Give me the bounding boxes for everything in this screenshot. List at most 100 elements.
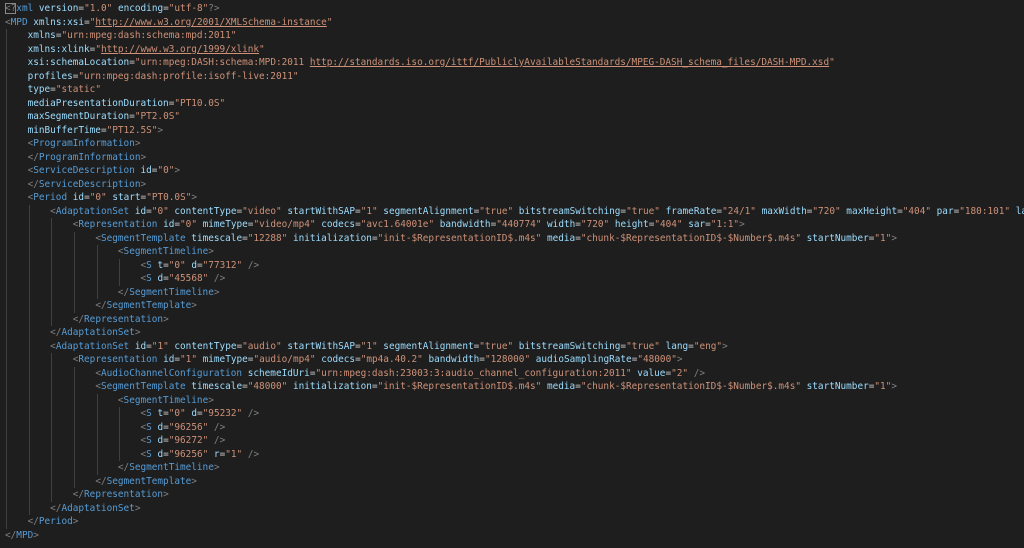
xml-attribute-name: startNumber bbox=[806, 232, 869, 244]
code-line[interactable]: <MPD xmlns:xsi="http://www.w3.org/2001/X… bbox=[5, 16, 1024, 30]
indentation bbox=[5, 503, 50, 514]
indent-guide bbox=[6, 461, 7, 475]
xml-attribute-name: schemeIdUri bbox=[247, 367, 310, 379]
code-line[interactable]: maxSegmentDuration="PT2.0S" bbox=[5, 110, 1024, 124]
code-line[interactable]: </SegmentTimeline> bbox=[5, 461, 1024, 475]
indent-guide bbox=[28, 218, 30, 232]
xml-attribute-value: "1" bbox=[151, 340, 169, 352]
code-line[interactable]: <AdaptationSet id="1" contentType="audio… bbox=[5, 339, 1024, 353]
xml-attribute-value: "0" bbox=[157, 165, 175, 176]
xml-bracket: > bbox=[208, 394, 214, 406]
indentation bbox=[5, 179, 28, 190]
indent-guide bbox=[51, 353, 53, 367]
code-line[interactable]: </ProgramInformation> bbox=[5, 150, 1024, 164]
code-line[interactable]: <S d="96256" r="1" /> bbox=[5, 447, 1024, 461]
xml-url-link[interactable]: http://www.w3.org/1999/xlink bbox=[101, 44, 259, 55]
indentation bbox=[5, 57, 28, 68]
code-line[interactable]: <S t="0" d="95232" /> bbox=[5, 407, 1024, 421]
indent-guide bbox=[6, 488, 7, 502]
code-line[interactable]: </SegmentTemplate> bbox=[5, 474, 1024, 488]
xml-attribute-value: "96256" bbox=[168, 448, 209, 460]
xml-attribute-value: "chunk-$RepresentationID$-$Number$.m4s" bbox=[580, 381, 801, 392]
xml-attribute-value: "1" bbox=[225, 448, 243, 460]
code-area[interactable]: <?xml version="1.0" encoding="utf-8"?> <M… bbox=[5, 2, 1024, 542]
code-line[interactable]: <S t="0" d="77312" /> bbox=[5, 258, 1024, 272]
indentation bbox=[5, 462, 118, 473]
xml-tag-name: ProgramInformation bbox=[33, 138, 135, 149]
xml-attribute-name: media bbox=[546, 232, 576, 244]
code-line[interactable]: <?xml version="1.0" encoding="utf-8"?> bbox=[5, 2, 1024, 16]
code-line[interactable]: <S d="96256" /> bbox=[5, 420, 1024, 434]
code-line[interactable]: </ServiceDescription> bbox=[5, 177, 1024, 191]
indent-guide bbox=[73, 272, 75, 286]
xml-bracket: </ bbox=[27, 516, 39, 527]
xml-attribute-value: "urn:mpeg:dash:schema:mpd:2011" bbox=[61, 30, 237, 41]
xml-url-link[interactable]: http://www.w3.org/2001/XMLSchema-instanc… bbox=[95, 17, 326, 28]
xml-attribute-value: "init-$RepresentationID$.m4s" bbox=[377, 381, 542, 392]
code-line[interactable]: </Representation> bbox=[5, 312, 1024, 326]
code-line[interactable]: <SegmentTimeline> bbox=[5, 393, 1024, 407]
xml-bracket: </ bbox=[5, 529, 17, 541]
xml-attribute-value: "404" bbox=[654, 219, 683, 230]
code-line[interactable]: </SegmentTemplate> bbox=[5, 299, 1024, 313]
code-line[interactable]: <Representation id="0" mimeType="video/m… bbox=[5, 218, 1024, 232]
code-line[interactable]: profiles="urn:mpeg:dash:profile:isoff-li… bbox=[5, 69, 1024, 83]
xml-tag-name: SegmentTimeline bbox=[123, 246, 209, 257]
indent-guide bbox=[28, 447, 30, 461]
code-line[interactable]: <S d="45568" /> bbox=[5, 272, 1024, 286]
code-line[interactable]: xmlns="urn:mpeg:dash:schema:mpd:2011" bbox=[5, 29, 1024, 43]
code-line[interactable]: </AdaptationSet> bbox=[5, 501, 1024, 515]
code-line[interactable]: <SegmentTemplate timescale="48000" initi… bbox=[5, 380, 1024, 394]
xml-bracket: /> bbox=[213, 273, 226, 284]
xml-bracket: > bbox=[72, 516, 79, 527]
xml-editor[interactable]: <?xml version="1.0" encoding="utf-8"?> <M… bbox=[0, 0, 1024, 548]
indent-guide bbox=[28, 420, 30, 434]
xml-attribute-value: "true" bbox=[479, 340, 514, 352]
code-line[interactable]: minBufferTime="PT12.5S"> bbox=[5, 123, 1024, 137]
code-line[interactable]: <ProgramInformation> bbox=[5, 137, 1024, 151]
code-line[interactable]: <AdaptationSet id="0" contentType="video… bbox=[5, 204, 1024, 218]
code-line[interactable]: <S d="96272" /> bbox=[5, 434, 1024, 448]
indent-guide bbox=[96, 258, 98, 272]
xml-bracket: > bbox=[191, 475, 197, 487]
code-line[interactable]: </MPD> bbox=[5, 529, 1024, 543]
code-line[interactable]: <SegmentTimeline> bbox=[5, 245, 1024, 259]
xml-attribute-name: media bbox=[546, 381, 576, 392]
code-line[interactable]: type="static" bbox=[5, 83, 1024, 97]
code-line[interactable]: </Representation> bbox=[5, 488, 1024, 502]
xml-attribute-value: "urn:mpeg:dash:profile:isoff-live:2011" bbox=[78, 70, 299, 82]
indent-guide bbox=[51, 434, 53, 448]
indent-guide bbox=[28, 272, 30, 286]
code-line[interactable]: <ServiceDescription id="0"> bbox=[5, 164, 1024, 178]
xml-url-link[interactable]: http://standards.iso.org/ittf/PubliclyAv… bbox=[310, 57, 829, 68]
indent-guide bbox=[96, 285, 98, 299]
code-line[interactable]: xsi:schemaLocation="urn:mpeg:DASH:schema… bbox=[5, 56, 1024, 70]
xml-attribute-name: height bbox=[614, 219, 649, 230]
xml-bracket: > bbox=[174, 165, 181, 176]
indent-guide bbox=[73, 461, 75, 475]
xml-attribute-value: "video/mp4" bbox=[253, 219, 316, 230]
code-line[interactable]: mediaPresentationDuration="PT10.0S" bbox=[5, 96, 1024, 110]
xml-attribute-name: minBufferTime bbox=[27, 124, 101, 136]
xml-bracket: /> bbox=[213, 435, 226, 446]
code-line[interactable]: </Period> bbox=[5, 515, 1024, 529]
xml-attribute-value: "1" bbox=[874, 232, 892, 244]
code-line[interactable]: xmlns:xlink="http://www.w3.org/1999/xlin… bbox=[5, 42, 1024, 56]
indent-guide bbox=[119, 258, 121, 272]
code-line[interactable]: <AudioChannelConfiguration schemeIdUri="… bbox=[5, 366, 1024, 380]
indent-guide bbox=[96, 393, 98, 407]
code-line[interactable]: <SegmentTemplate timescale="12288" initi… bbox=[5, 231, 1024, 245]
xml-tag-name: Representation bbox=[78, 219, 158, 230]
indent-guide bbox=[6, 285, 7, 299]
indent-guide bbox=[6, 407, 7, 421]
code-line[interactable]: </SegmentTimeline> bbox=[5, 285, 1024, 299]
xml-bracket: /> bbox=[247, 408, 260, 419]
xml-attribute-name: lang bbox=[1015, 205, 1024, 217]
indent-guide bbox=[6, 42, 7, 56]
indent-guide bbox=[28, 501, 30, 515]
code-line[interactable]: </AdaptationSet> bbox=[5, 326, 1024, 340]
indent-guide bbox=[6, 96, 7, 110]
xml-tag-name: SegmentTemplate bbox=[106, 300, 192, 311]
code-line[interactable]: <Period id="0" start="PT0.0S"> bbox=[5, 191, 1024, 205]
code-line[interactable]: <Representation id="1" mimeType="audio/m… bbox=[5, 353, 1024, 367]
